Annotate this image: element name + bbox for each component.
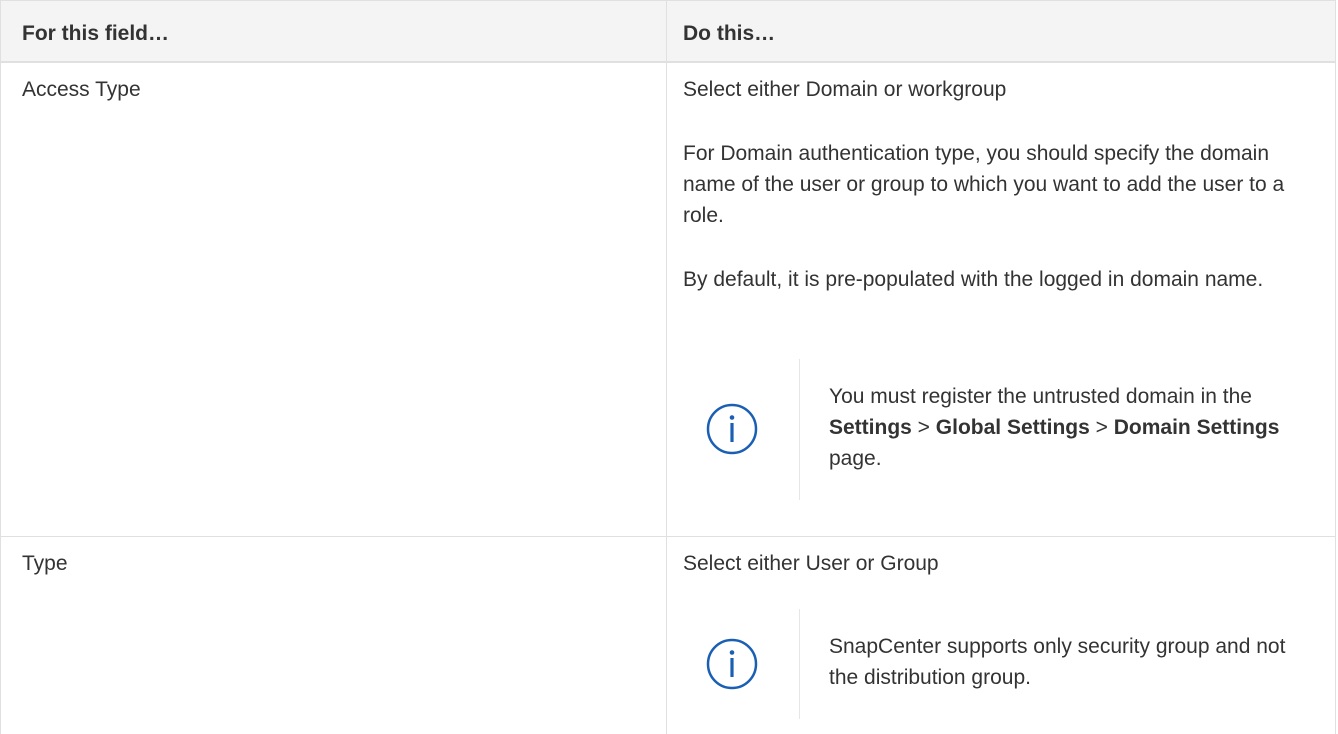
note-divider <box>799 359 800 500</box>
note-text-before: You must register the untrusted domain i… <box>829 385 1252 408</box>
note-domain-settings: Domain Settings <box>1113 416 1280 439</box>
note-sep: > <box>1089 416 1114 439</box>
info-icon <box>705 637 759 691</box>
table-header-row: For this field… Do this… <box>1 0 1335 63</box>
paragraph-select-domain: Select either Domain or workgroup <box>683 78 1007 101</box>
field-name-type: Type <box>22 552 68 575</box>
header-field: For this field… <box>22 22 169 45</box>
note-global-settings: Global Settings <box>935 416 1090 439</box>
table-row: Access Type Select either Domain or work… <box>1 63 1335 537</box>
admonition-note: SnapCenter supports only security group … <box>683 609 1323 719</box>
note-text: You must register the untrusted domain i… <box>829 381 1309 474</box>
info-icon <box>705 402 759 456</box>
paragraph-domain-auth: For Domain authentication type, you shou… <box>683 142 1285 227</box>
note-sep: > <box>911 416 936 439</box>
header-action: Do this… <box>683 22 776 45</box>
field-name-access-type: Access Type <box>22 78 141 101</box>
column-divider <box>666 537 667 734</box>
note-divider <box>799 609 800 719</box>
note-settings: Settings <box>829 416 912 439</box>
table-row: Type Select either User or Group SnapCen… <box>1 537 1335 734</box>
admonition-note: You must register the untrusted domain i… <box>683 359 1323 500</box>
field-description-table: For this field… Do this… Access Type Sel… <box>0 0 1336 734</box>
column-divider <box>666 1 667 61</box>
note-text-after: page. <box>829 447 882 470</box>
note-text: SnapCenter supports only security group … <box>829 635 1286 689</box>
paragraph-default-domain: By default, it is pre-populated with the… <box>683 268 1264 291</box>
paragraph-select-user-group: Select either User or Group <box>683 552 939 575</box>
column-divider <box>666 63 667 536</box>
